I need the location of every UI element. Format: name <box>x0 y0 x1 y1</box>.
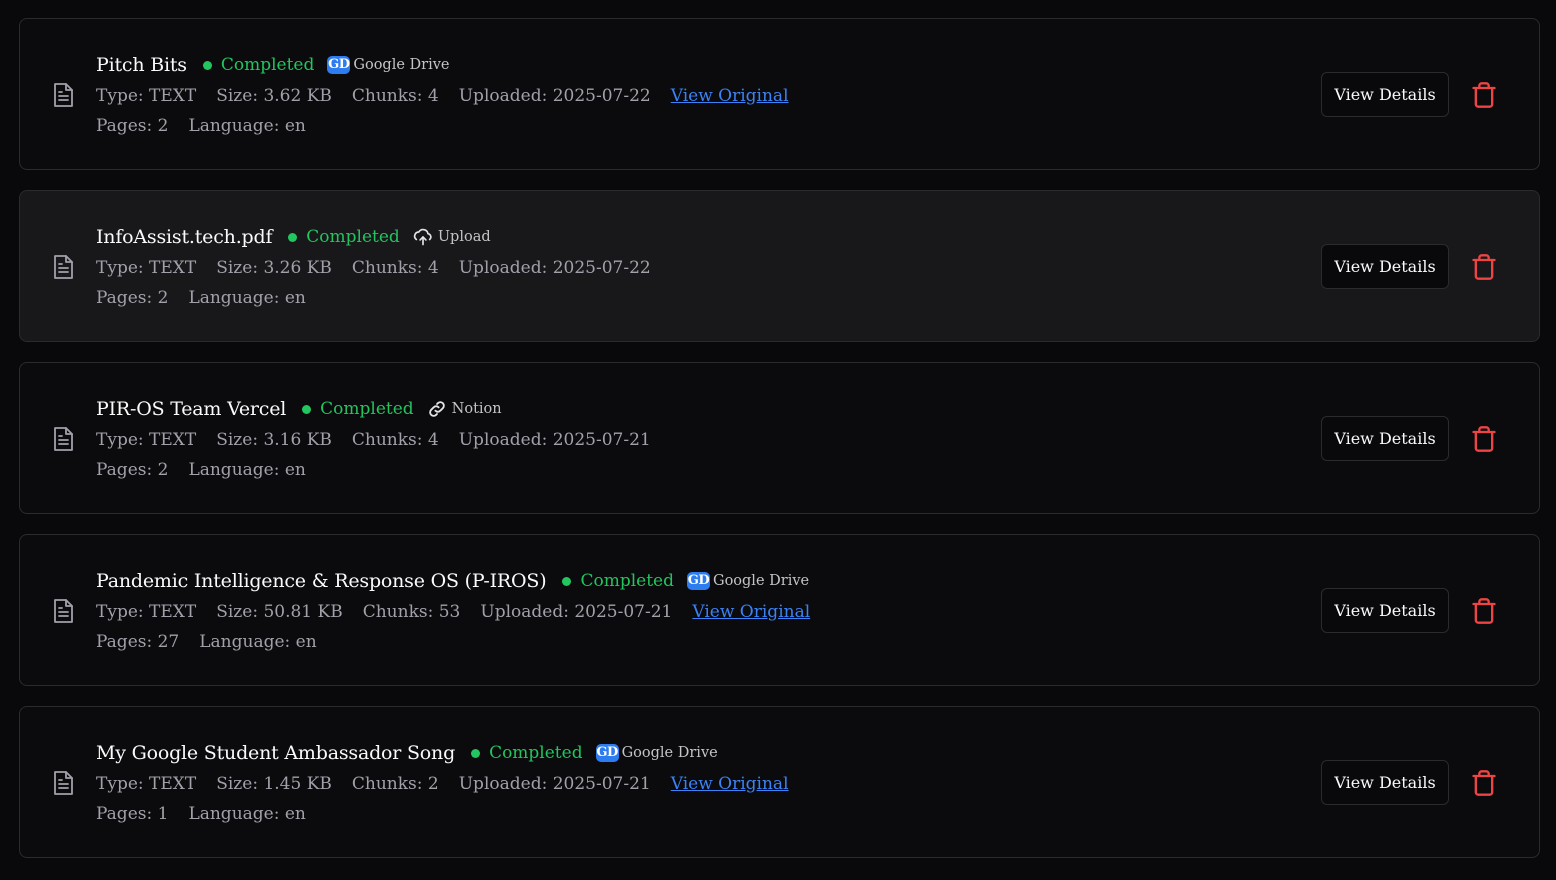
document-info: PIR-OS Team Vercel Completed Notion Type… <box>96 395 671 485</box>
delete-button[interactable] <box>1470 769 1498 797</box>
trash-icon <box>1472 426 1496 452</box>
document-info: Pandemic Intelligence & Response OS (P-I… <box>96 567 830 657</box>
document-language: Language: en <box>188 116 306 136</box>
cloud-upload-icon <box>413 228 432 246</box>
delete-button[interactable] <box>1470 81 1498 109</box>
document-chunks: Chunks: 4 <box>351 86 439 106</box>
document-size: Size: 3.16 KB <box>216 430 332 450</box>
document-pages: Pages: 27 <box>96 632 180 652</box>
view-details-button[interactable]: View Details <box>1321 760 1449 805</box>
document-uploaded: Uploaded: 2025-07-21 <box>480 602 673 622</box>
google-drive-icon: GD <box>327 56 351 74</box>
document-icon <box>54 427 73 451</box>
link-icon <box>428 401 445 417</box>
source-label: Upload <box>437 229 491 245</box>
document-card: Pandemic Intelligence & Response OS (P-I… <box>19 534 1540 686</box>
document-size: Size: 50.81 KB <box>216 602 343 622</box>
document-language: Language: en <box>199 632 317 652</box>
document-icon <box>54 83 73 107</box>
source-badge: GD Google Drive <box>327 56 450 74</box>
status-badge: Completed <box>489 743 583 763</box>
document-size: Size: 3.62 KB <box>216 86 332 106</box>
status-badge: Completed <box>220 55 315 75</box>
document-card: My Google Student Ambassador Song Comple… <box>19 706 1540 858</box>
document-title: Pandemic Intelligence & Response OS (P-I… <box>96 570 547 592</box>
document-uploaded: Uploaded: 2025-07-21 <box>458 774 651 794</box>
document-pages: Pages: 1 <box>96 804 169 824</box>
trash-icon <box>1472 82 1496 108</box>
source-badge: GD Google Drive <box>686 572 810 590</box>
document-size: Size: 1.45 KB <box>216 774 332 794</box>
document-info: Pitch Bits Completed GD Google Drive Typ… <box>96 51 809 141</box>
document-pages: Pages: 2 <box>96 116 169 136</box>
document-card: InfoAssist.tech.pdf Completed Upload Typ… <box>19 190 1540 342</box>
trash-icon <box>1472 770 1496 796</box>
view-original-link[interactable]: View Original <box>692 602 810 622</box>
delete-button[interactable] <box>1470 253 1498 281</box>
source-label: Google Drive <box>621 745 718 761</box>
document-type: Type: TEXT <box>96 86 197 106</box>
source-label: Google Drive <box>353 57 450 73</box>
document-type: Type: TEXT <box>96 430 197 450</box>
document-card: PIR-OS Team Vercel Completed Notion Type… <box>19 362 1540 514</box>
trash-icon <box>1472 598 1496 624</box>
document-info: InfoAssist.tech.pdf Completed Upload Typ… <box>96 223 671 313</box>
source-badge: Notion <box>427 399 502 419</box>
view-details-button[interactable]: View Details <box>1321 244 1449 289</box>
status-dot <box>302 404 312 414</box>
document-language: Language: en <box>188 804 306 824</box>
document-language: Language: en <box>188 288 306 308</box>
document-uploaded: Uploaded: 2025-07-22 <box>458 258 651 278</box>
source-badge: Upload <box>413 227 491 247</box>
document-chunks: Chunks: 53 <box>362 602 461 622</box>
document-title: PIR-OS Team Vercel <box>96 398 287 420</box>
document-title: My Google Student Ambassador Song <box>96 742 456 764</box>
delete-button[interactable] <box>1470 425 1498 453</box>
source-label: Google Drive <box>712 573 810 589</box>
status-badge: Completed <box>306 227 400 247</box>
view-details-button[interactable]: View Details <box>1321 588 1449 633</box>
document-chunks: Chunks: 4 <box>351 258 439 278</box>
document-chunks: Chunks: 2 <box>351 774 439 794</box>
document-title: InfoAssist.tech.pdf <box>96 226 273 248</box>
view-original-link[interactable]: View Original <box>671 774 789 794</box>
trash-icon <box>1472 254 1496 280</box>
document-type: Type: TEXT <box>96 602 197 622</box>
document-uploaded: Uploaded: 2025-07-21 <box>458 430 651 450</box>
document-language: Language: en <box>188 460 306 480</box>
status-dot <box>202 60 212 70</box>
status-badge: Completed <box>580 571 674 591</box>
document-pages: Pages: 2 <box>96 460 169 480</box>
view-original-link[interactable]: View Original <box>671 86 789 106</box>
document-type: Type: TEXT <box>96 774 197 794</box>
document-info: My Google Student Ambassador Song Comple… <box>96 739 809 829</box>
source-badge: GD Google Drive <box>595 744 718 762</box>
document-title: Pitch Bits <box>96 54 187 76</box>
view-details-button[interactable]: View Details <box>1321 72 1449 117</box>
google-drive-icon: GD <box>595 744 619 762</box>
document-size: Size: 3.26 KB <box>216 258 332 278</box>
status-dot <box>562 576 572 586</box>
document-uploaded: Uploaded: 2025-07-22 <box>458 86 651 106</box>
status-dot <box>288 232 298 242</box>
document-icon <box>54 771 73 795</box>
document-type: Type: TEXT <box>96 258 197 278</box>
source-label: Notion <box>451 401 502 417</box>
view-details-button[interactable]: View Details <box>1321 416 1449 461</box>
delete-button[interactable] <box>1470 597 1498 625</box>
status-badge: Completed <box>320 399 414 419</box>
status-dot <box>471 748 481 758</box>
document-icon <box>54 255 73 279</box>
google-drive-icon: GD <box>686 572 710 590</box>
document-pages: Pages: 2 <box>96 288 169 308</box>
document-icon <box>54 599 73 623</box>
document-list: Pitch Bits Completed GD Google Drive Typ… <box>19 18 1540 878</box>
document-chunks: Chunks: 4 <box>351 430 439 450</box>
document-card: Pitch Bits Completed GD Google Drive Typ… <box>19 18 1540 170</box>
